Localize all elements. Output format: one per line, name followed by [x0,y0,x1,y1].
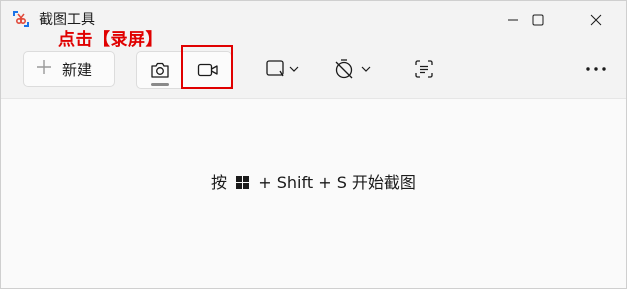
close-icon [590,14,602,26]
highlight-box-record-button [181,45,233,89]
snipping-tool-app-icon [12,10,30,28]
screenshot-mode-button[interactable] [137,52,183,88]
hint-prefix: 按 [211,173,228,192]
more-horizontal-icon [586,67,606,71]
shortcut-hint: 按 + Shift + S 开始截图 [1,169,626,193]
text-actions-button[interactable] [407,51,441,87]
app-window: 截图工具 点击【录屏】 新建 按 + Shift + S 开始截图 [0,0,627,289]
new-button[interactable]: 新建 [23,51,115,87]
timer-off-icon [335,59,371,79]
windows-key-icon [236,174,250,193]
text-scan-icon [415,60,433,78]
camera-icon [151,62,169,78]
hint-suffix: + Shift + S 开始截图 [258,173,416,192]
maximize-icon [532,14,544,26]
close-button[interactable] [573,1,619,39]
more-options-button[interactable] [580,51,612,87]
selected-indicator [151,83,169,86]
plus-icon [36,59,52,80]
snip-shape-dropdown[interactable] [257,51,307,87]
toolbar: 新建 [1,39,626,97]
new-button-label: 新建 [62,60,93,79]
rectangle-snip-icon [266,60,299,77]
capture-area: 按 + Shift + S 开始截图 [1,98,626,288]
delay-dropdown[interactable] [327,51,377,87]
maximize-button[interactable] [515,1,561,39]
